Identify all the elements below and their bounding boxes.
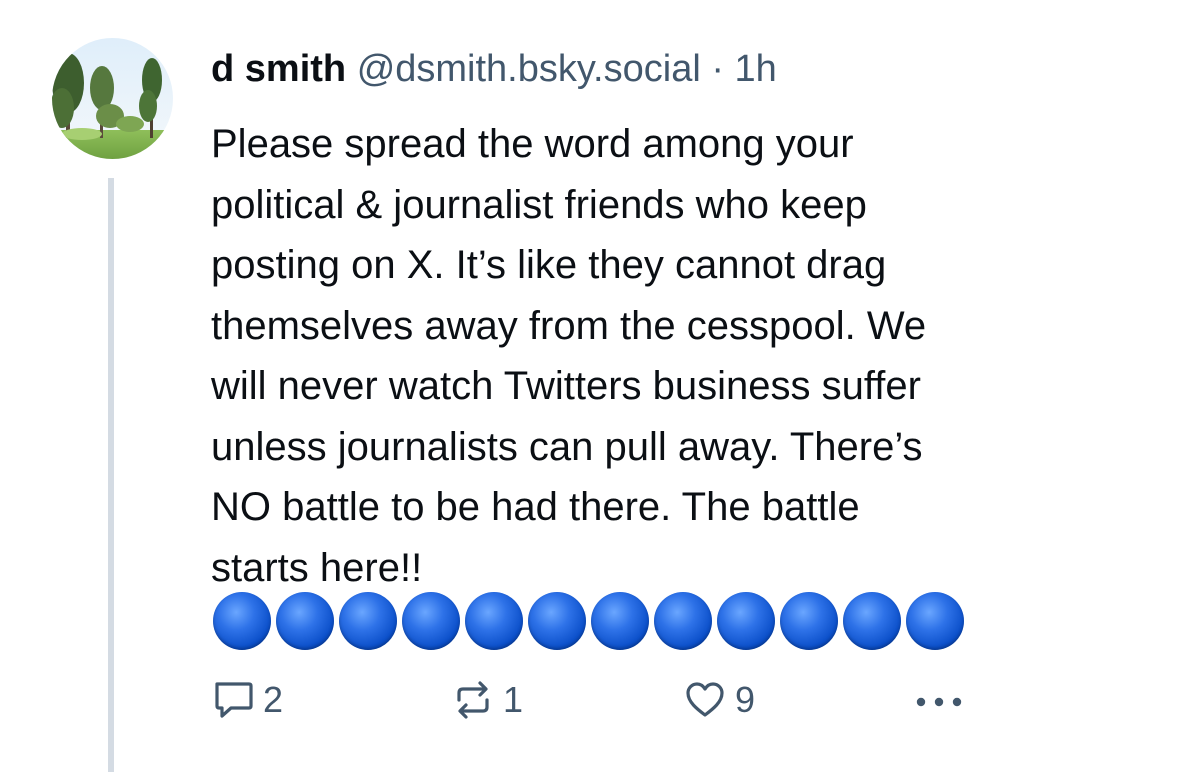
like-count: 9 <box>735 679 756 720</box>
post-text-line: will never watch Twitters business suffe… <box>211 364 921 408</box>
blue-circle-emoji-row <box>213 592 964 650</box>
post-text: Please spread the word among your politi… <box>211 114 1111 598</box>
post-text-line: political & journalist friends who keep <box>211 182 867 227</box>
blue-circle-emoji <box>780 592 838 650</box>
reply-count: 2 <box>263 679 284 720</box>
post-text-line: Please spread the word among your <box>211 122 854 166</box>
avatar[interactable] <box>52 38 173 159</box>
reply-button[interactable]: 2 <box>211 676 283 724</box>
avatar-image <box>52 38 173 159</box>
like-button[interactable]: 9 <box>683 676 755 724</box>
blue-circle-emoji <box>339 592 397 650</box>
reply-icon <box>215 682 253 718</box>
blue-circle-emoji <box>843 592 901 650</box>
post-text-line: themselves away from the cesspool. We <box>211 303 927 348</box>
repost-count: 1 <box>503 679 524 720</box>
post-header: d smith @dsmith.bsky.social · 1h <box>211 46 777 92</box>
post-text-line: posting on X. It’s like they cannot drag <box>211 243 887 287</box>
post-timestamp[interactable]: 1h <box>735 48 777 90</box>
blue-circle-emoji <box>528 592 586 650</box>
repost-icon <box>457 681 489 719</box>
blue-circle-emoji <box>213 592 271 650</box>
blue-circle-emoji <box>465 592 523 650</box>
heart-icon <box>686 682 724 717</box>
author-handle[interactable]: @dsmith.bsky.social <box>357 48 701 90</box>
thread-line <box>108 178 114 772</box>
post-text-line: starts here!! <box>211 545 423 590</box>
blue-circle-emoji <box>654 592 712 650</box>
repost-button[interactable]: 1 <box>451 676 523 724</box>
blue-circle-emoji <box>717 592 775 650</box>
more-options-icon <box>916 697 962 707</box>
post-text-line: NO battle to be had there. The battle <box>211 485 860 529</box>
post-text-line: unless journalists can pull away. There’… <box>211 424 923 469</box>
blue-circle-emoji <box>402 592 460 650</box>
author-display-name[interactable]: d smith <box>211 48 346 90</box>
post-actions: 2 1 9 <box>211 676 991 724</box>
blue-circle-emoji <box>906 592 964 650</box>
blue-circle-emoji <box>591 592 649 650</box>
separator-dot: · <box>711 48 724 90</box>
more-options-button[interactable] <box>911 676 967 724</box>
post: d smith @dsmith.bsky.social · 1h Please … <box>0 0 1179 772</box>
blue-circle-emoji <box>276 592 334 650</box>
